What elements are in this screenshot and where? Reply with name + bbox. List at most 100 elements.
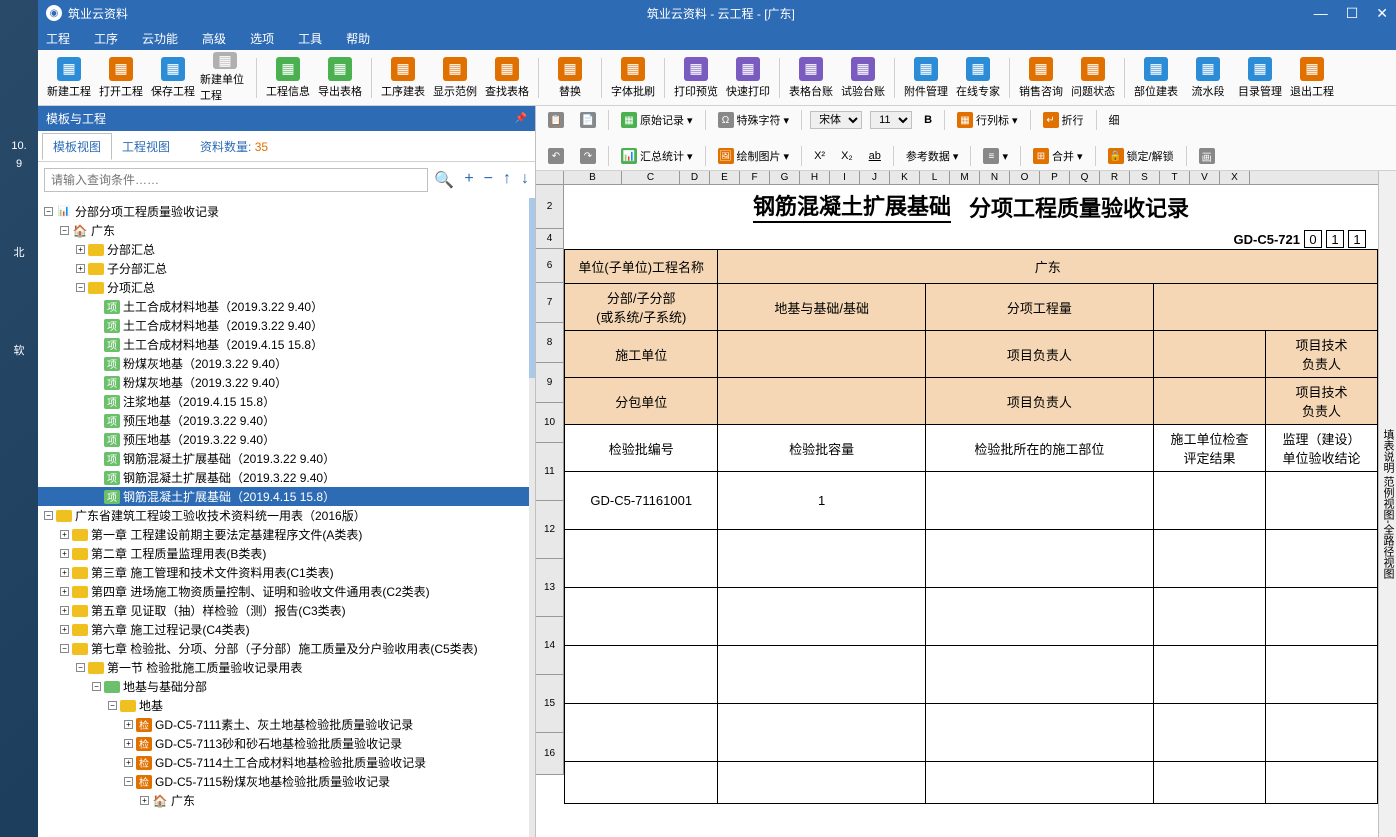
toolbar-新建单位工程[interactable]: ▦新建单位工程 — [200, 53, 250, 103]
tree-node[interactable]: +第三章 施工管理和技术文件资料用表(C1类表) — [38, 563, 535, 582]
toolbar-销售咨询[interactable]: ▦销售咨询 — [1016, 53, 1066, 103]
wrap-button[interactable]: ↵折行 — [1039, 110, 1088, 130]
paint-button[interactable]: 画 — [1195, 146, 1219, 166]
tab-template-view[interactable]: 模板视图 — [42, 133, 112, 160]
tree-node[interactable]: +分部汇总 — [38, 240, 535, 259]
toolbar-替换[interactable]: ▦替换 — [545, 53, 595, 103]
bold-button[interactable]: B — [920, 112, 936, 128]
subscript-button[interactable]: X₂ — [837, 148, 857, 164]
right-sidebar[interactable]: 填表说明 范例视图-全路径视图 — [1378, 171, 1396, 837]
tree-node[interactable]: 项粉煤灰地基（2019.3.22 9.40） — [38, 373, 535, 392]
tree-node[interactable]: −第七章 检验批、分项、分部（子分部）施工质量及分户验收用表(C5类表) — [38, 639, 535, 658]
toolbar-导出表格[interactable]: ▦导出表格 — [315, 53, 365, 103]
align-button[interactable]: ≡▾ — [979, 146, 1012, 166]
down-icon[interactable]: ↓ — [521, 170, 529, 190]
toolbar-工程信息[interactable]: ▦工程信息 — [263, 53, 313, 103]
toolbar-快速打印[interactable]: ▦快速打印 — [723, 53, 773, 103]
tree-node[interactable]: +检GD-C5-7111素土、灰土地基检验批质量验收记录 — [38, 715, 535, 734]
toolbar-目录管理[interactable]: ▦目录管理 — [1235, 53, 1285, 103]
row-num[interactable]: 13 — [536, 559, 564, 617]
col-header[interactable]: O — [1010, 171, 1040, 184]
col-header[interactable]: K — [890, 171, 920, 184]
menu-process[interactable]: 工序 — [94, 30, 118, 47]
row-num[interactable]: 7 — [536, 283, 564, 323]
toolbar-问题状态[interactable]: ▦问题状态 — [1068, 53, 1118, 103]
redo-button[interactable]: ↷ — [576, 146, 600, 166]
close-button[interactable]: ✕ — [1376, 5, 1388, 22]
menu-help[interactable]: 帮助 — [346, 30, 370, 47]
col-header[interactable]: X — [1220, 171, 1250, 184]
col-header[interactable]: N — [980, 171, 1010, 184]
tree-node[interactable]: −📊分部分项工程质量验收记录 — [38, 202, 535, 221]
tab-project-view[interactable]: 工程视图 — [112, 134, 180, 159]
merge-button[interactable]: ⊞合并 ▾ — [1029, 146, 1087, 166]
tree-node[interactable]: +第五章 见证取（抽）样检验（测）报告(C3类表) — [38, 601, 535, 620]
tree-node[interactable]: +子分部汇总 — [38, 259, 535, 278]
tree-node[interactable]: −第一节 检验批施工质量验收记录用表 — [38, 658, 535, 677]
rowcol-button[interactable]: ▦行列标 ▾ — [953, 110, 1022, 130]
menu-engineering[interactable]: 工程 — [46, 30, 70, 47]
row-num[interactable]: 16 — [536, 733, 564, 775]
summary-button[interactable]: 📊汇总统计 ▾ — [617, 146, 697, 166]
toolbar-流水段[interactable]: ▦流水段 — [1183, 53, 1233, 103]
toolbar-部位建表[interactable]: ▦部位建表 — [1131, 53, 1181, 103]
toolbar-查找表格[interactable]: ▦查找表格 — [482, 53, 532, 103]
tree-node[interactable]: +第四章 进场施工物资质量控制、证明和验收文件通用表(C2类表) — [38, 582, 535, 601]
tree-view[interactable]: −📊分部分项工程质量验收记录−🏠广东+分部汇总+子分部汇总−分项汇总项土工合成材… — [38, 198, 535, 837]
col-header[interactable]: V — [1190, 171, 1220, 184]
detail-button[interactable]: 细 — [1105, 110, 1124, 130]
draw-image-button[interactable]: 🖼绘制图片 ▾ — [714, 146, 794, 166]
toolbar-附件管理[interactable]: ▦附件管理 — [901, 53, 951, 103]
search-icon[interactable]: 🔍 — [434, 170, 454, 190]
toolbar-字体批刷[interactable]: ▦字体批刷 — [608, 53, 658, 103]
copy-button[interactable]: 📋 — [544, 110, 568, 130]
tree-node[interactable]: +第六章 施工过程记录(C4类表) — [38, 620, 535, 639]
col-header[interactable]: Q — [1070, 171, 1100, 184]
data-table[interactable]: 单位(子单位)工程名称 广东 分部/子分部 (或系统/子系统) 地基与基础/基础… — [564, 249, 1378, 804]
size-select[interactable]: 11 — [870, 111, 912, 129]
tree-scrollbar[interactable] — [529, 198, 535, 837]
toolbar-显示范例[interactable]: ▦显示范例 — [430, 53, 480, 103]
col-header[interactable]: G — [770, 171, 800, 184]
tree-node[interactable]: +第二章 工程质量监理用表(B类表) — [38, 544, 535, 563]
lock-button[interactable]: 🔒锁定/解锁 — [1104, 146, 1178, 166]
tree-node[interactable]: 项土工合成材料地基（2019.4.15 15.8） — [38, 335, 535, 354]
tree-node[interactable]: −广东省建筑工程竣工验收技术资料统一用表（2016版） — [38, 506, 535, 525]
cell-cap[interactable]: 1 — [718, 472, 925, 530]
toolbar-打开工程[interactable]: ▦打开工程 — [96, 53, 146, 103]
row-num[interactable]: 9 — [536, 363, 564, 403]
col-header[interactable]: B — [564, 171, 622, 184]
row-num[interactable]: 2 — [536, 185, 564, 229]
row-num[interactable]: 8 — [536, 323, 564, 363]
menu-options[interactable]: 选项 — [250, 30, 274, 47]
col-header[interactable]: P — [1040, 171, 1070, 184]
underline-button[interactable]: ab — [865, 148, 885, 164]
paste-button[interactable]: 📄 — [576, 110, 600, 130]
col-header[interactable]: L — [920, 171, 950, 184]
toolbar-在线专家[interactable]: ▦在线专家 — [953, 53, 1003, 103]
tree-node[interactable]: 项注浆地基（2019.4.15 15.8） — [38, 392, 535, 411]
row-num[interactable]: 10 — [536, 403, 564, 443]
toolbar-工序建表[interactable]: ▦工序建表 — [378, 53, 428, 103]
col-header[interactable]: E — [710, 171, 740, 184]
tree-node[interactable]: −地基与基础分部 — [38, 677, 535, 696]
col-header[interactable]: C — [622, 171, 680, 184]
menu-cloud[interactable]: 云功能 — [142, 30, 178, 47]
tree-node[interactable]: −分项汇总 — [38, 278, 535, 297]
col-header[interactable]: D — [680, 171, 710, 184]
minimize-button[interactable]: — — [1314, 5, 1328, 22]
up-icon[interactable]: ↑ — [503, 170, 511, 190]
row-num[interactable]: 11 — [536, 443, 564, 501]
toolbar-保存工程[interactable]: ▦保存工程 — [148, 53, 198, 103]
menu-tools[interactable]: 工具 — [298, 30, 322, 47]
undo-button[interactable]: ↶ — [544, 146, 568, 166]
superscript-button[interactable]: X² — [810, 148, 829, 164]
tree-node[interactable]: +第一章 工程建设前期主要法定基建程序文件(A类表) — [38, 525, 535, 544]
tree-node[interactable]: +🏠广东 — [38, 791, 535, 810]
menu-advanced[interactable]: 高级 — [202, 30, 226, 47]
col-header[interactable]: J — [860, 171, 890, 184]
col-header[interactable]: R — [1100, 171, 1130, 184]
row-num[interactable]: 12 — [536, 501, 564, 559]
col-header[interactable]: I — [830, 171, 860, 184]
toolbar-退出工程[interactable]: ▦退出工程 — [1287, 53, 1337, 103]
